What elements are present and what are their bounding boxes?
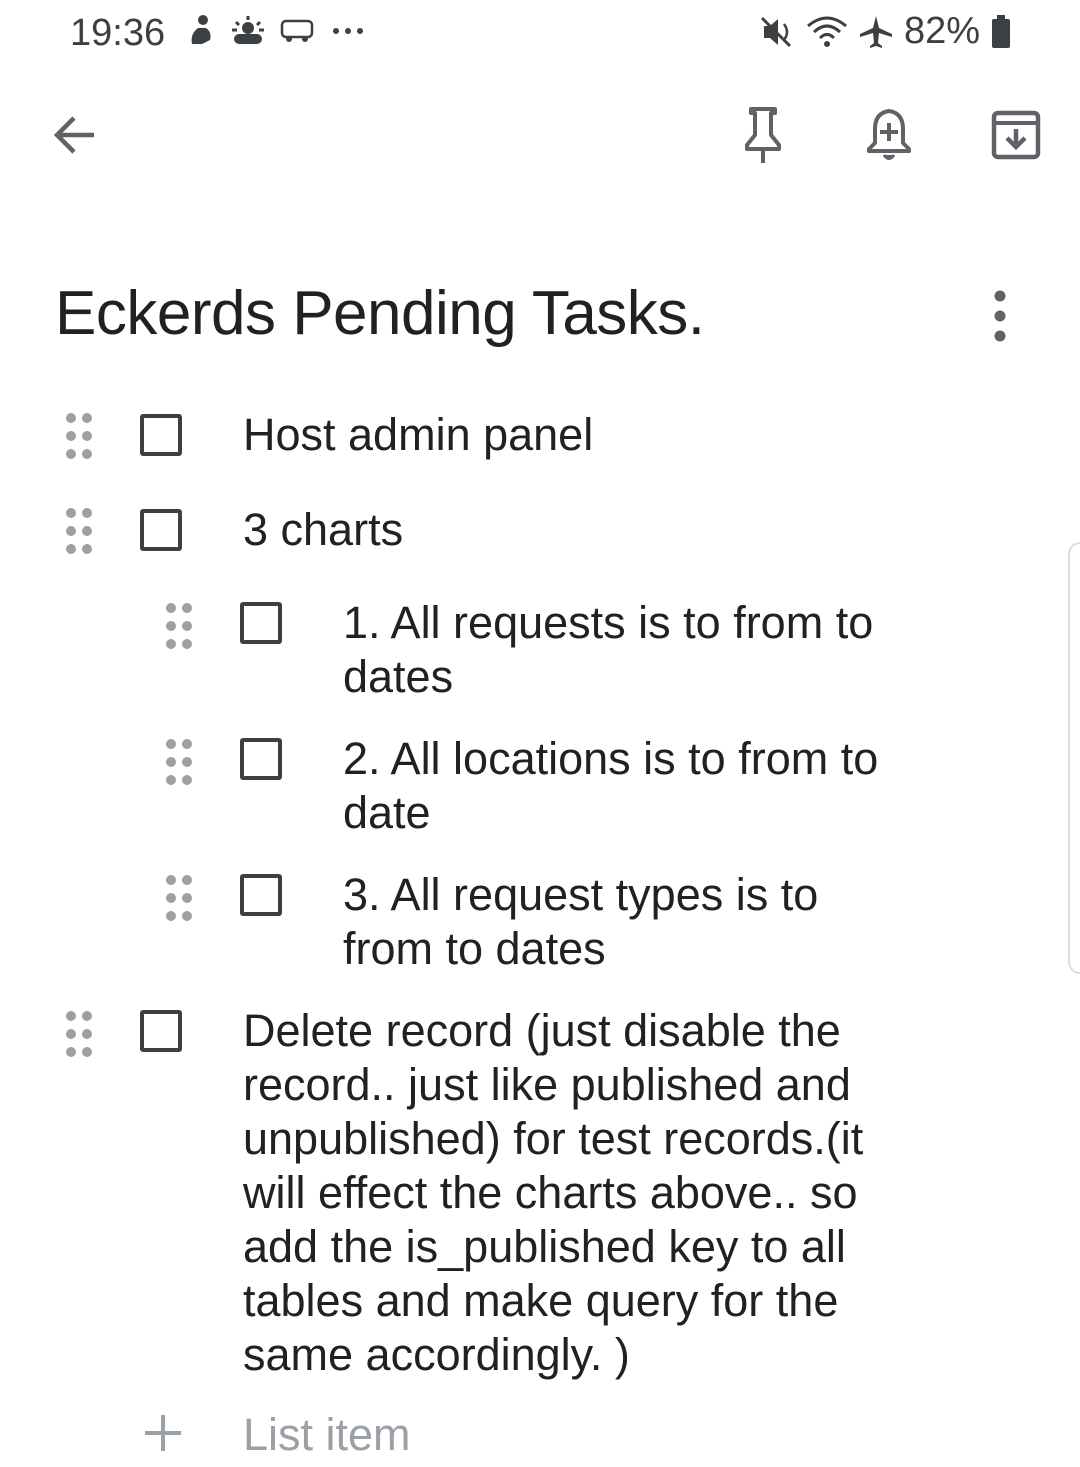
status-icons-left (186, 14, 368, 48)
reminder-button[interactable] (854, 90, 924, 180)
item-text[interactable]: 3. All request types is to from to dates (343, 868, 873, 976)
status-time: 19:36 (70, 12, 166, 54)
item-text[interactable]: Host admin panel (243, 408, 923, 462)
drag-handle-icon[interactable] (165, 602, 195, 650)
item-checkbox[interactable] (240, 874, 282, 916)
drag-handle-icon[interactable] (65, 507, 95, 555)
more-options-button[interactable] (980, 288, 1020, 344)
title-row: Eckerds Pending Tasks. (0, 270, 1080, 360)
item-text[interactable]: Delete record (just disable the record..… (243, 1004, 903, 1382)
drag-handle-icon[interactable] (65, 412, 95, 460)
more-vert-icon (994, 290, 1006, 342)
item-text[interactable]: 2. All locations is to from to date (343, 732, 933, 840)
item-checkbox[interactable] (240, 738, 282, 780)
person-icon (191, 15, 211, 44)
scroll-handle[interactable] (1068, 542, 1080, 974)
archive-button[interactable] (980, 90, 1052, 180)
reminder-icon (867, 109, 911, 160)
arrow-left-icon (53, 116, 94, 154)
item-text[interactable]: 1. All requests is to from to dates (343, 596, 933, 704)
back-button[interactable] (40, 90, 110, 180)
item-checkbox[interactable] (140, 1010, 182, 1052)
note-title[interactable]: Eckerds Pending Tasks. (55, 278, 705, 349)
wifi-icon (806, 16, 847, 47)
plus-icon (145, 1415, 181, 1451)
pin-icon (745, 107, 781, 163)
battery-percent: 82% (903, 10, 980, 52)
toolbar (0, 90, 1080, 190)
mute-icon (760, 16, 791, 47)
pin-button[interactable] (728, 90, 798, 180)
item-checkbox[interactable] (140, 509, 182, 551)
weather-icon (232, 16, 264, 44)
drag-handle-icon[interactable] (165, 874, 195, 922)
battery-icon (992, 14, 1010, 48)
redbus-icon (280, 19, 314, 42)
status-bar: 19:36 82% (0, 0, 1080, 70)
status-icons-right: 82% (760, 10, 1012, 53)
drag-handle-icon[interactable] (65, 1010, 95, 1058)
drag-handle-icon[interactable] (165, 738, 195, 786)
add-item-placeholder[interactable]: List item (243, 1408, 411, 1462)
item-checkbox[interactable] (240, 602, 282, 644)
airplane-icon (859, 15, 892, 48)
item-text[interactable]: 3 charts (243, 503, 923, 557)
more-dots-icon (333, 28, 363, 34)
archive-icon (991, 110, 1041, 160)
item-checkbox[interactable] (140, 414, 182, 456)
add-list-item-row[interactable]: List item (0, 1405, 1080, 1465)
